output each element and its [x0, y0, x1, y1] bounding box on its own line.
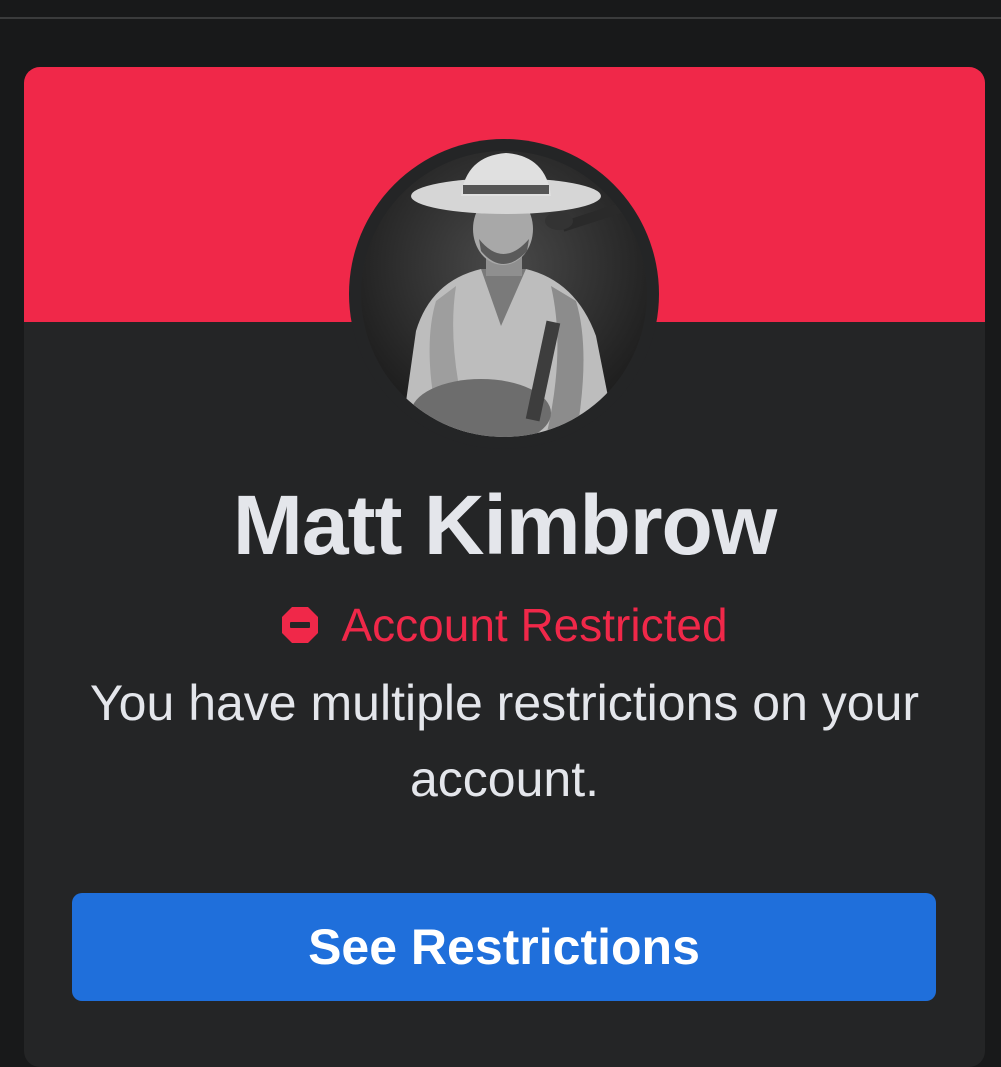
- top-divider: [0, 17, 1001, 19]
- avatar-ring: [349, 139, 659, 449]
- avatar-photo: [361, 151, 647, 437]
- restriction-card: Matt Kimbrow Account Restricted You have…: [24, 67, 985, 1067]
- avatar[interactable]: [361, 151, 647, 437]
- status-label: Account Restricted: [341, 599, 728, 651]
- profile-name: Matt Kimbrow: [232, 478, 777, 572]
- restriction-description: You have multiple restrictions on your a…: [89, 675, 920, 807]
- see-restrictions-button[interactable]: See Restrictions: [72, 893, 936, 1001]
- stop-sign-icon: [282, 607, 319, 643]
- account-status: Account Restricted: [24, 595, 985, 655]
